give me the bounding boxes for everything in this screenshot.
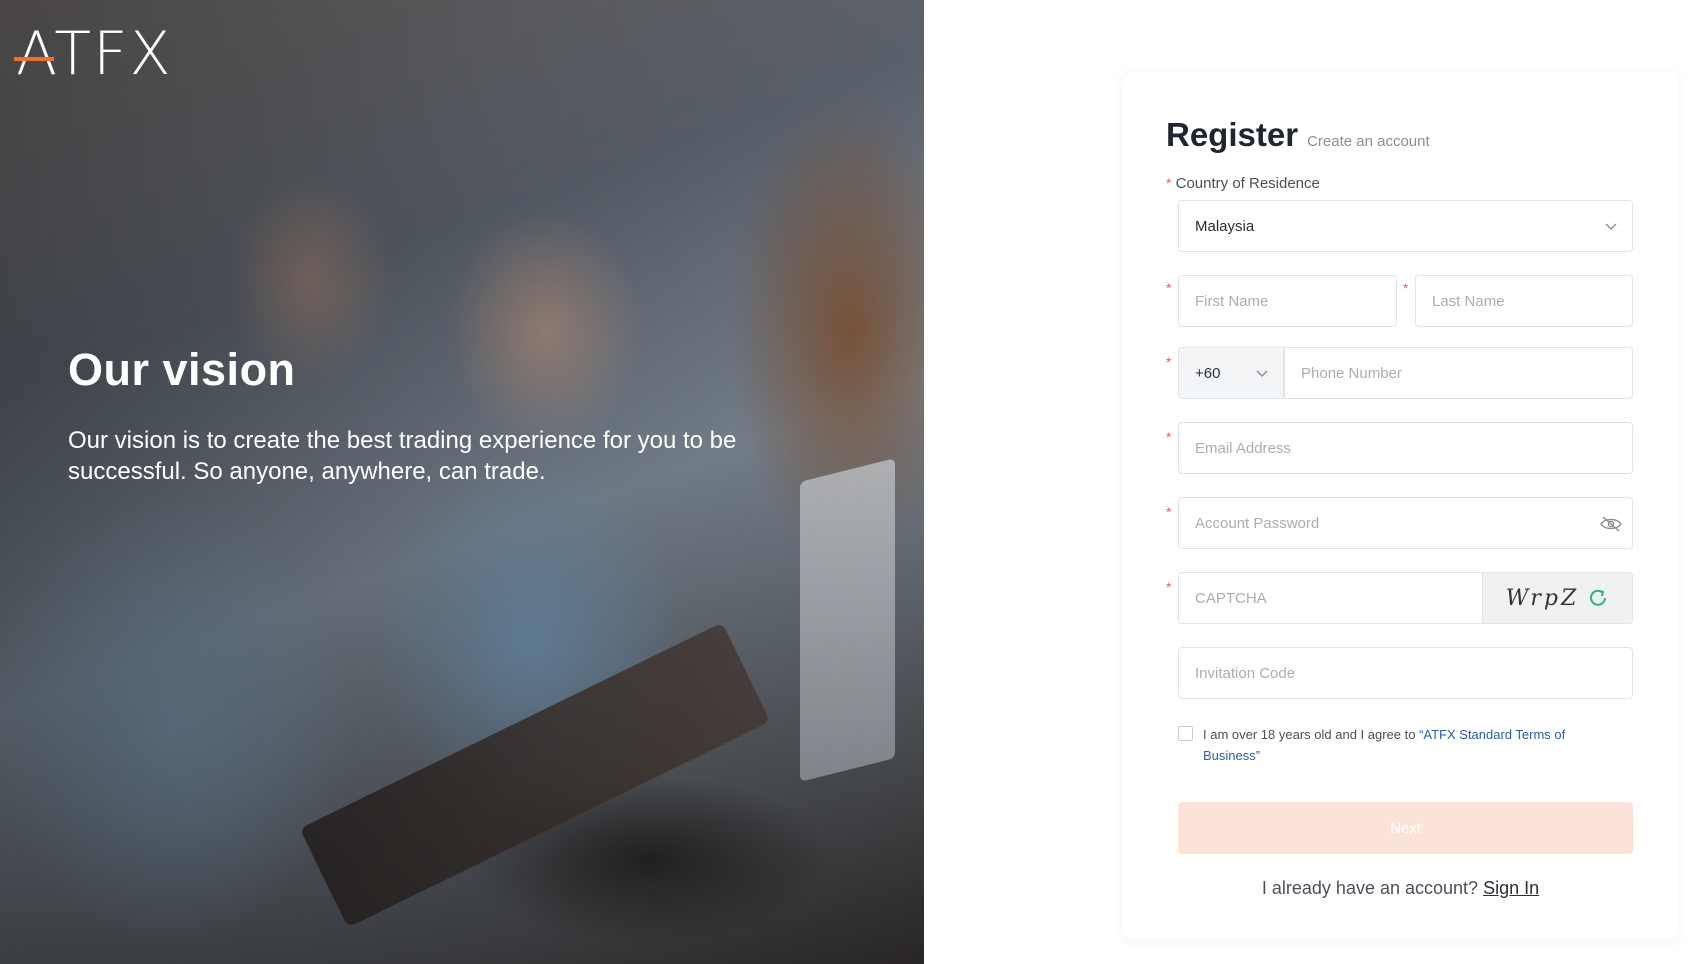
logo-text: ATFX <box>16 19 173 89</box>
last-name-input[interactable] <box>1432 292 1616 310</box>
register-subtitle: Create an account <box>1307 133 1430 150</box>
required-marker: * <box>1166 579 1172 595</box>
country-value: Malaysia <box>1195 217 1255 235</box>
hero-panel: ATFX Our vision Our vision is to create … <box>0 0 924 964</box>
required-marker: * <box>1403 280 1409 296</box>
vision-title: Our vision <box>68 344 296 395</box>
logo-accent-dash <box>14 57 54 61</box>
signin-prompt: I already have an account? <box>1261 878 1479 898</box>
atfx-logo: ATFX <box>14 19 173 89</box>
phone-code-select[interactable]: +60 <box>1178 347 1284 399</box>
phone-number-field[interactable] <box>1284 347 1633 399</box>
phone-code-value: +60 <box>1195 364 1221 382</box>
required-marker: * <box>1166 280 1172 296</box>
required-marker: * <box>1166 504 1172 520</box>
eye-off-icon[interactable] <box>1600 516 1622 532</box>
captcha-image-text: WrpZ <box>1505 585 1580 611</box>
terms-row: I am over 18 years old and I agree to “A… <box>1178 724 1618 766</box>
next-button[interactable]: Next <box>1178 802 1633 854</box>
country-label-text: Country of Residence <box>1175 175 1320 192</box>
terms-text-body: I am over 18 years old and I agree to <box>1203 727 1420 742</box>
chevron-down-icon <box>1605 223 1617 231</box>
last-name-field[interactable] <box>1415 275 1633 327</box>
register-title: Register <box>1166 116 1299 153</box>
password-input[interactable] <box>1195 514 1616 532</box>
password-field[interactable] <box>1178 497 1633 549</box>
country-label: * Country of Residence <box>1166 175 1320 192</box>
email-field[interactable] <box>1178 422 1633 474</box>
chevron-down-icon <box>1256 370 1268 378</box>
terms-checkbox[interactable] <box>1178 726 1193 741</box>
signin-link[interactable]: Sign In <box>1483 878 1539 898</box>
email-input[interactable] <box>1195 439 1616 457</box>
vision-description: Our vision is to create the best trading… <box>68 427 737 485</box>
signin-row: I already have an account? Sign In <box>1123 878 1678 899</box>
first-name-input[interactable] <box>1195 292 1380 310</box>
captcha-input[interactable] <box>1195 589 1465 607</box>
required-marker: * <box>1166 354 1172 370</box>
refresh-icon[interactable] <box>1587 587 1609 609</box>
captcha-field[interactable]: WrpZ <box>1178 572 1633 624</box>
phone-number-input[interactable] <box>1301 364 1616 382</box>
terms-text: I am over 18 years old and I agree to “A… <box>1203 724 1618 766</box>
captcha-image[interactable]: WrpZ <box>1482 573 1632 623</box>
required-marker: * <box>1166 175 1172 191</box>
invitation-code-field[interactable] <box>1178 647 1633 699</box>
first-name-field[interactable] <box>1178 275 1397 327</box>
invitation-code-input[interactable] <box>1195 664 1616 682</box>
register-card: Register Create an account * Country of … <box>1123 72 1678 939</box>
country-select[interactable]: Malaysia <box>1178 200 1633 252</box>
register-heading: Register Create an account <box>1166 116 1430 154</box>
required-marker: * <box>1166 429 1172 445</box>
